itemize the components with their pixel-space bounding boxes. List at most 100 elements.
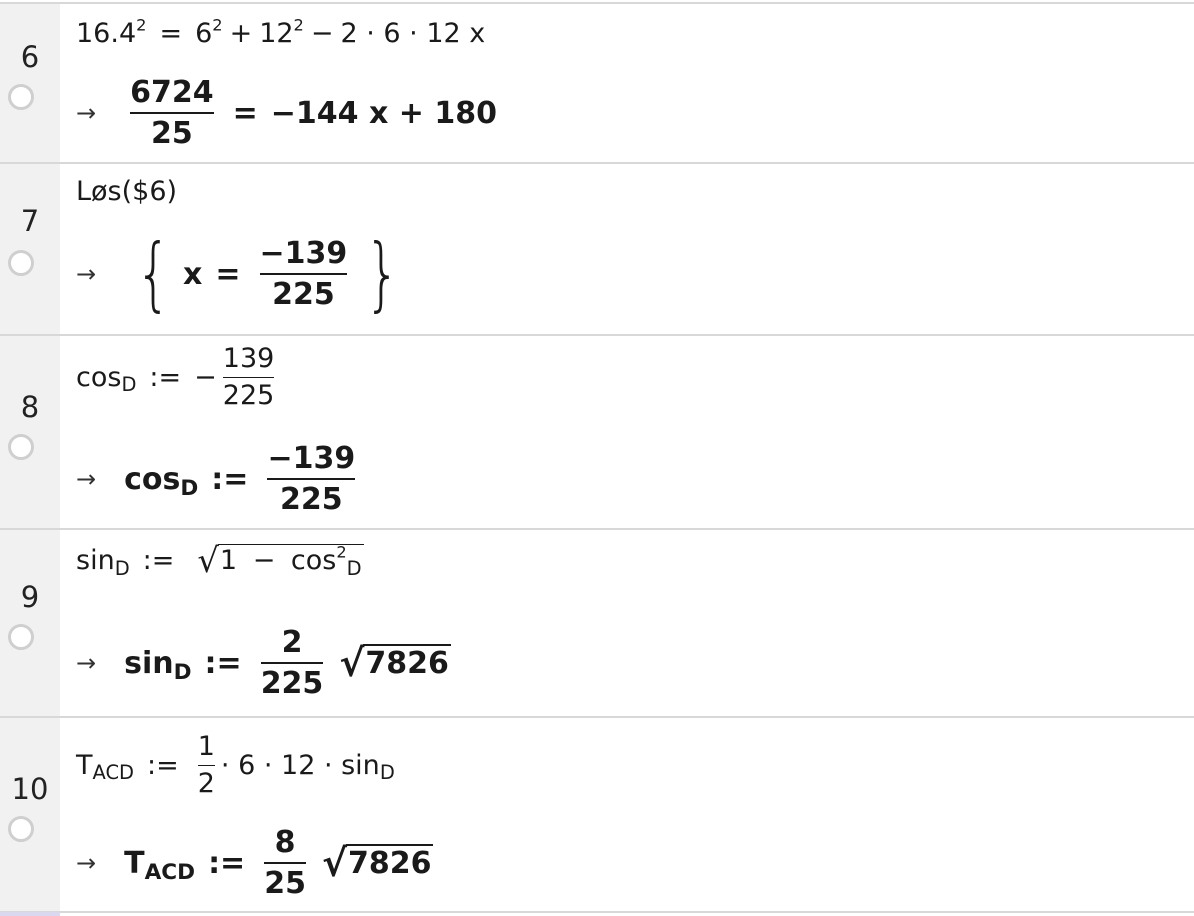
assign-operator: := [204, 645, 242, 681]
denominator: 225 [272, 277, 335, 312]
assign-operator: := [211, 461, 249, 497]
numerator: 8 [274, 825, 296, 860]
function-name: sinD [76, 545, 130, 580]
input-term: 2 · 6 · 12 x [340, 18, 486, 49]
plus-sign: + [229, 18, 253, 49]
output-fraction: 8 25 [264, 826, 306, 900]
function-name: sinD [124, 645, 192, 685]
fraction-bar [197, 764, 215, 767]
row-output: → 6724 25 = −144 x + 180 [76, 76, 497, 150]
assign-operator: := [208, 845, 246, 881]
function-name: cosD [76, 361, 137, 397]
output-rhs: −144 x + 180 [270, 95, 497, 131]
minus-sign: − [310, 18, 334, 49]
row-number: 9 [20, 580, 40, 614]
fraction-bar [260, 662, 324, 664]
row-input[interactable]: sinD := √ 1 − cos2D [76, 541, 364, 580]
input-term: 62 [195, 15, 223, 49]
row-output: → TACD := 8 25 √ 7826 [76, 826, 434, 900]
cas-row-8[interactable]: 8 cosD := − 139 225 → cosD := −139 225 [0, 336, 1194, 528]
visibility-toggle-radio[interactable] [8, 84, 34, 110]
row-input[interactable]: Løs($6) [76, 176, 177, 207]
numerator: 1 [197, 731, 215, 762]
input-fraction: 139 225 [222, 343, 275, 412]
row-gutter [0, 530, 60, 716]
fraction-bar [259, 273, 348, 275]
cas-row-10[interactable]: 10 TACD := 1 2 · 6 · 12 · sinD → TACD :=… [0, 718, 1194, 912]
row-number: 8 [20, 390, 40, 424]
denominator: 225 [260, 666, 324, 701]
row-gutter [0, 336, 60, 528]
visibility-toggle-radio[interactable] [8, 250, 34, 276]
fraction-bar [130, 112, 214, 114]
row-gutter [0, 718, 60, 912]
output-arrow-icon: → [76, 849, 97, 877]
row-output: → { x = −139 225 } [76, 234, 412, 314]
visibility-toggle-radio[interactable] [8, 816, 34, 842]
row-number: 6 [20, 40, 40, 74]
output-fraction: −139 225 [259, 236, 348, 312]
numerator: −139 [259, 236, 348, 271]
output-arrow-icon: → [76, 649, 97, 677]
row-output: → sinD := 2 225 √ 7826 [76, 626, 451, 700]
radicand: 7826 [345, 844, 434, 881]
square-root: √ 1 − cos2D [197, 541, 364, 580]
assign-operator: := [142, 545, 175, 577]
row-gutter [0, 4, 60, 162]
radicand: 7826 [363, 644, 451, 681]
cas-row-7[interactable]: 7 Løs($6) → { x = −139 225 } [0, 164, 1194, 334]
visibility-toggle-radio[interactable] [8, 434, 34, 460]
numerator: 6724 [130, 75, 214, 110]
denominator: 25 [150, 116, 193, 151]
next-row-gutter [0, 912, 60, 916]
input-term: 122 [259, 15, 304, 49]
function-name: cosD [124, 461, 199, 501]
cas-row-6[interactable]: 6 16.42 = 62 + 122 − 2 · 6 · 12 x → 6724… [0, 4, 1194, 162]
output-fraction: 2 225 [260, 625, 324, 701]
visibility-toggle-radio[interactable] [8, 624, 34, 650]
square-root: √ 7826 [322, 844, 434, 882]
input-term: 16.42 [76, 15, 147, 49]
denominator: 225 [222, 380, 275, 412]
input-fraction: 1 2 [197, 731, 215, 800]
numerator: 139 [222, 343, 275, 374]
row-input[interactable]: cosD := − 139 225 [76, 344, 280, 411]
input-command: Løs($6) [76, 176, 178, 207]
radicand: 1 − cos2D [217, 543, 364, 580]
cas-row-9[interactable]: 9 sinD := √ 1 − cos2D → sinD := 2 225 √ … [0, 530, 1194, 716]
equals-sign: = [232, 95, 258, 131]
denominator: 225 [280, 482, 343, 517]
output-fraction: −139 225 [267, 441, 356, 517]
equals-sign: = [215, 256, 241, 292]
assign-operator: := [149, 361, 182, 393]
close-brace: } [364, 227, 401, 320]
denominator: 25 [264, 866, 306, 901]
fraction-bar [222, 376, 275, 379]
variable: x [183, 256, 203, 292]
minus-sign: − [194, 361, 217, 393]
variable-name: TACD [76, 749, 134, 785]
row-number: 10 [11, 772, 49, 806]
output-arrow-icon: → [76, 99, 97, 127]
row-input[interactable]: TACD := 1 2 · 6 · 12 · sinD [76, 732, 395, 799]
open-brace: { [135, 227, 172, 320]
input-term: · 6 · 12 · sinD [220, 749, 395, 785]
denominator: 2 [197, 768, 215, 800]
numerator: 2 [281, 625, 303, 660]
equals-sign: = [159, 18, 183, 49]
row-number: 7 [20, 204, 40, 238]
cas-view: 6 16.42 = 62 + 122 − 2 · 6 · 12 x → 6724… [0, 0, 1194, 916]
output-fraction: 6724 25 [130, 76, 214, 150]
output-arrow-icon: → [76, 260, 97, 288]
row-input[interactable]: 16.42 = 62 + 122 − 2 · 6 · 12 x [76, 15, 486, 49]
radical-sign: √ [339, 640, 365, 685]
fraction-bar [264, 862, 306, 864]
numerator: −139 [267, 441, 356, 476]
assign-operator: := [147, 749, 179, 781]
output-arrow-icon: → [76, 465, 97, 493]
fraction-bar [267, 478, 356, 480]
square-root: √ 7826 [339, 644, 451, 682]
row-output: → cosD := −139 225 [76, 442, 361, 516]
radical-sign: √ [197, 541, 219, 580]
variable-name: TACD [124, 845, 196, 885]
